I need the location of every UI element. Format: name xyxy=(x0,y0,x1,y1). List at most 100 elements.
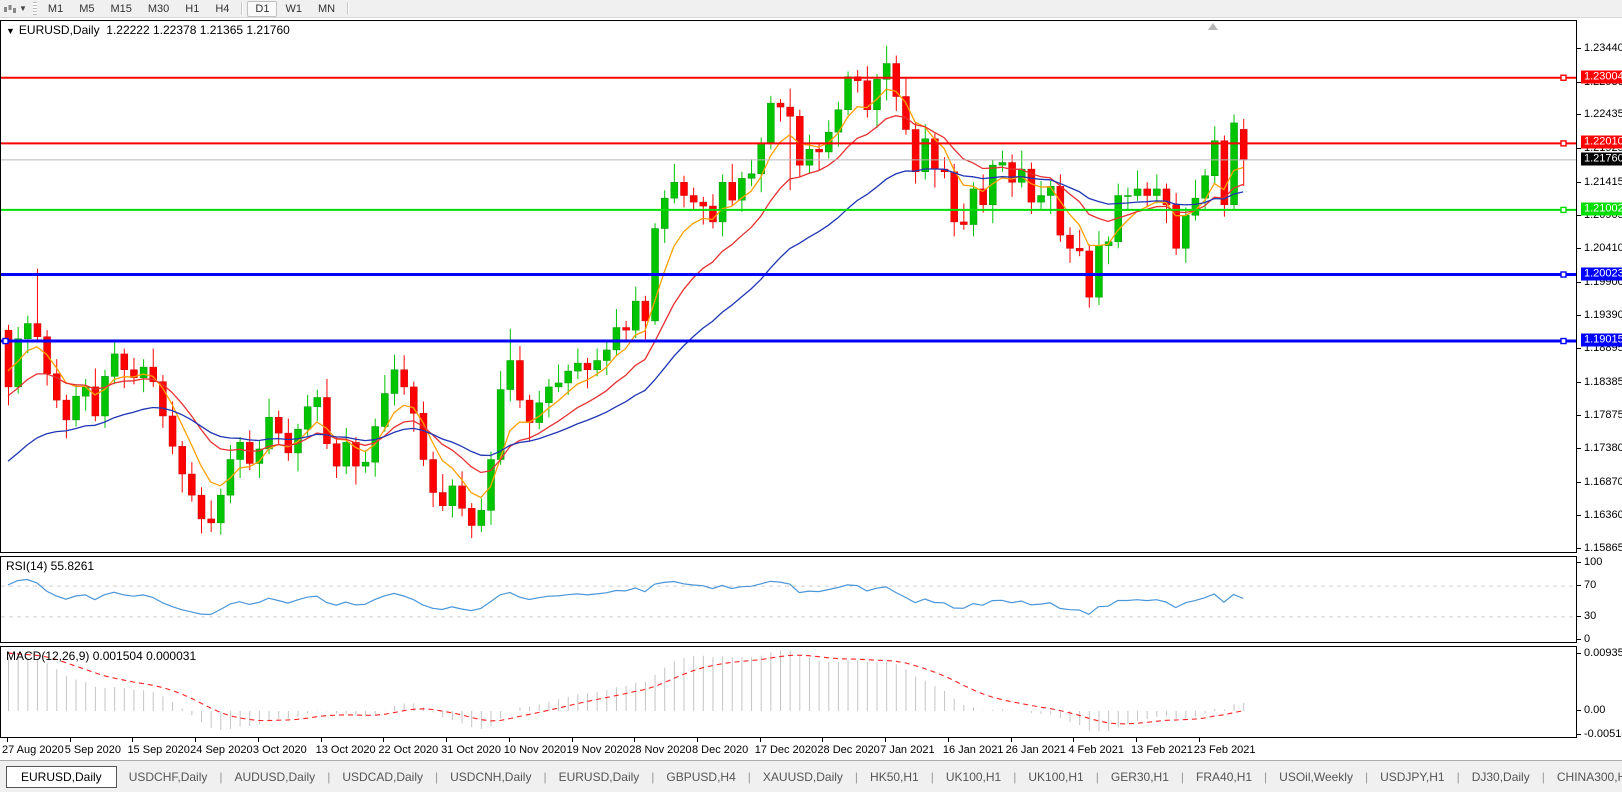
candle-body xyxy=(545,387,552,403)
timeframe-button-m30[interactable]: M30 xyxy=(140,1,177,17)
chart-tab-china300-h1[interactable]: CHINA300,H1 xyxy=(1545,767,1622,787)
line-handle[interactable] xyxy=(1561,207,1566,212)
chart-shift-marker[interactable] xyxy=(1208,23,1218,30)
chart-tab-audusd-daily[interactable]: AUDUSD,Daily xyxy=(223,767,328,787)
date-tick xyxy=(1073,738,1074,742)
date-tick xyxy=(383,738,384,742)
candle-body xyxy=(555,383,562,387)
axis-tick xyxy=(1577,482,1581,483)
date-tick xyxy=(885,738,886,742)
ma-line-fast xyxy=(8,89,1243,497)
level-price-label: 1.20023 xyxy=(1581,267,1622,280)
date-label: 28 Dec 2020 xyxy=(817,744,879,756)
date-tick xyxy=(1136,738,1137,742)
macd-tick-label: 0.009354 xyxy=(1584,647,1622,659)
date-tick xyxy=(195,738,196,742)
chart-tab-fra40-h1[interactable]: FRA40,H1 xyxy=(1184,767,1264,787)
candle-body xyxy=(24,324,31,339)
level-price-label: 1.19015 xyxy=(1581,334,1622,347)
axis-tick xyxy=(1577,653,1581,654)
timeframe-button-h1[interactable]: H1 xyxy=(177,1,207,17)
line-handle[interactable] xyxy=(3,339,8,344)
chart-tab-usoil-weekly[interactable]: USOil,Weekly xyxy=(1267,767,1365,787)
axis-tick-label: 1.17875 xyxy=(1584,409,1622,421)
timeframe-button-w1[interactable]: W1 xyxy=(277,1,310,17)
timeframe-button-mn[interactable]: MN xyxy=(310,1,343,17)
candle-body xyxy=(1231,123,1238,205)
candle-body xyxy=(1182,215,1189,248)
date-label: 31 Oct 2020 xyxy=(441,744,501,756)
price-chart-pane[interactable]: ▼ EURUSD,Daily 1.22222 1.22378 1.21365 1.… xyxy=(0,20,1577,553)
chart-title: ▼ EURUSD,Daily 1.22222 1.22378 1.21365 1.… xyxy=(6,23,290,37)
line-handle[interactable] xyxy=(1561,272,1566,277)
chart-tab-xauusd-daily[interactable]: XAUUSD,Daily xyxy=(751,767,855,787)
timeframe-button-m1[interactable]: M1 xyxy=(40,1,71,17)
candlestick-chart[interactable] xyxy=(1,21,1576,552)
level-price-label: 1.22010 xyxy=(1581,136,1622,149)
macd-tick-label: -0.005156 xyxy=(1584,728,1622,740)
date-tick xyxy=(697,738,698,742)
date-tick xyxy=(258,738,259,742)
toolbar-grip[interactable] xyxy=(33,2,37,15)
chart-tab-eurusd-daily[interactable]: EURUSD,Daily xyxy=(547,767,652,787)
date-tick xyxy=(760,738,761,742)
chart-tab-uk100-h1[interactable]: UK100,H1 xyxy=(934,767,1013,787)
rsi-plot xyxy=(1,557,1576,642)
candle-body xyxy=(102,376,109,416)
candlestick-chart-icon xyxy=(3,3,17,15)
candle-body xyxy=(73,396,80,420)
chart-tab-dj30-daily[interactable]: DJ30,Daily xyxy=(1460,767,1542,787)
date-label: 24 Sep 2020 xyxy=(190,744,252,756)
candle-body xyxy=(1124,196,1131,197)
candle-body xyxy=(1067,235,1074,248)
line-handle[interactable] xyxy=(1561,141,1566,146)
ohlc-values: 1.22222 1.22378 1.21365 1.21760 xyxy=(106,23,290,37)
candle-body xyxy=(632,301,639,330)
date-label: 22 Oct 2020 xyxy=(378,744,438,756)
candle-body xyxy=(970,189,977,225)
candle-body xyxy=(999,163,1006,166)
candle-body xyxy=(1134,189,1141,196)
chart-tab-ger30-h1[interactable]: GER30,H1 xyxy=(1099,767,1181,787)
timeframe-button-h4[interactable]: H4 xyxy=(207,1,237,17)
timeframe-button-m15[interactable]: M15 xyxy=(102,1,139,17)
timeframe-button-d1[interactable]: D1 xyxy=(247,1,277,17)
rsi-pane[interactable]: RSI(14) 55.8261 xyxy=(0,556,1577,643)
chart-tab-usdchf-daily[interactable]: USDCHF,Daily xyxy=(117,767,220,787)
collapse-triangle-icon[interactable]: ▼ xyxy=(6,26,15,36)
macd-pane[interactable]: MACD(12,26,9) 0.001504 0.000031 xyxy=(0,646,1577,738)
chart-tool-button[interactable]: ▼ xyxy=(0,3,30,15)
axis-tick xyxy=(1577,315,1581,316)
candle-body xyxy=(507,361,514,390)
line-handle[interactable] xyxy=(1561,339,1566,344)
axis-tick-label: 1.18385 xyxy=(1584,376,1622,388)
chart-tab-usdcnh-daily[interactable]: USDCNH,Daily xyxy=(438,767,543,787)
date-label: 26 Jan 2021 xyxy=(1006,744,1067,756)
chart-tab-eurusd-daily[interactable]: EURUSD,Daily xyxy=(6,766,117,788)
candle-body xyxy=(574,363,581,371)
candle-body xyxy=(362,462,369,466)
chart-tab-gbpusd-h4[interactable]: GBPUSD,H4 xyxy=(654,767,747,787)
date-label: 7 Jan 2021 xyxy=(880,744,934,756)
candle-body xyxy=(729,182,736,200)
axis-tick xyxy=(1577,282,1581,283)
timeframe-button-m5[interactable]: M5 xyxy=(71,1,102,17)
axis-tick-label: 1.16360 xyxy=(1584,509,1622,521)
candle-body xyxy=(526,400,533,422)
chart-tab-uk100-h1[interactable]: UK100,H1 xyxy=(1016,767,1095,787)
current-price-label: 1.21760 xyxy=(1581,152,1622,165)
axis-tick-label: 1.15865 xyxy=(1584,542,1622,554)
chart-tab-usdjpy-h1[interactable]: USDJPY,H1 xyxy=(1368,767,1456,787)
symbol-period-label: EURUSD,Daily xyxy=(19,23,100,37)
line-handle[interactable] xyxy=(1561,75,1566,80)
axis-tick-label: 1.23440 xyxy=(1584,42,1622,54)
chart-tab-hk50-h1[interactable]: HK50,H1 xyxy=(858,767,931,787)
candle-body xyxy=(381,394,388,427)
candle-body xyxy=(314,397,321,406)
axis-tick xyxy=(1577,348,1581,349)
candle-body xyxy=(449,486,456,506)
chart-tab-usdcad-daily[interactable]: USDCAD,Daily xyxy=(330,767,435,787)
date-tick xyxy=(132,738,133,742)
date-label: 3 Oct 2020 xyxy=(253,744,307,756)
date-label: 27 Aug 2020 xyxy=(2,744,64,756)
